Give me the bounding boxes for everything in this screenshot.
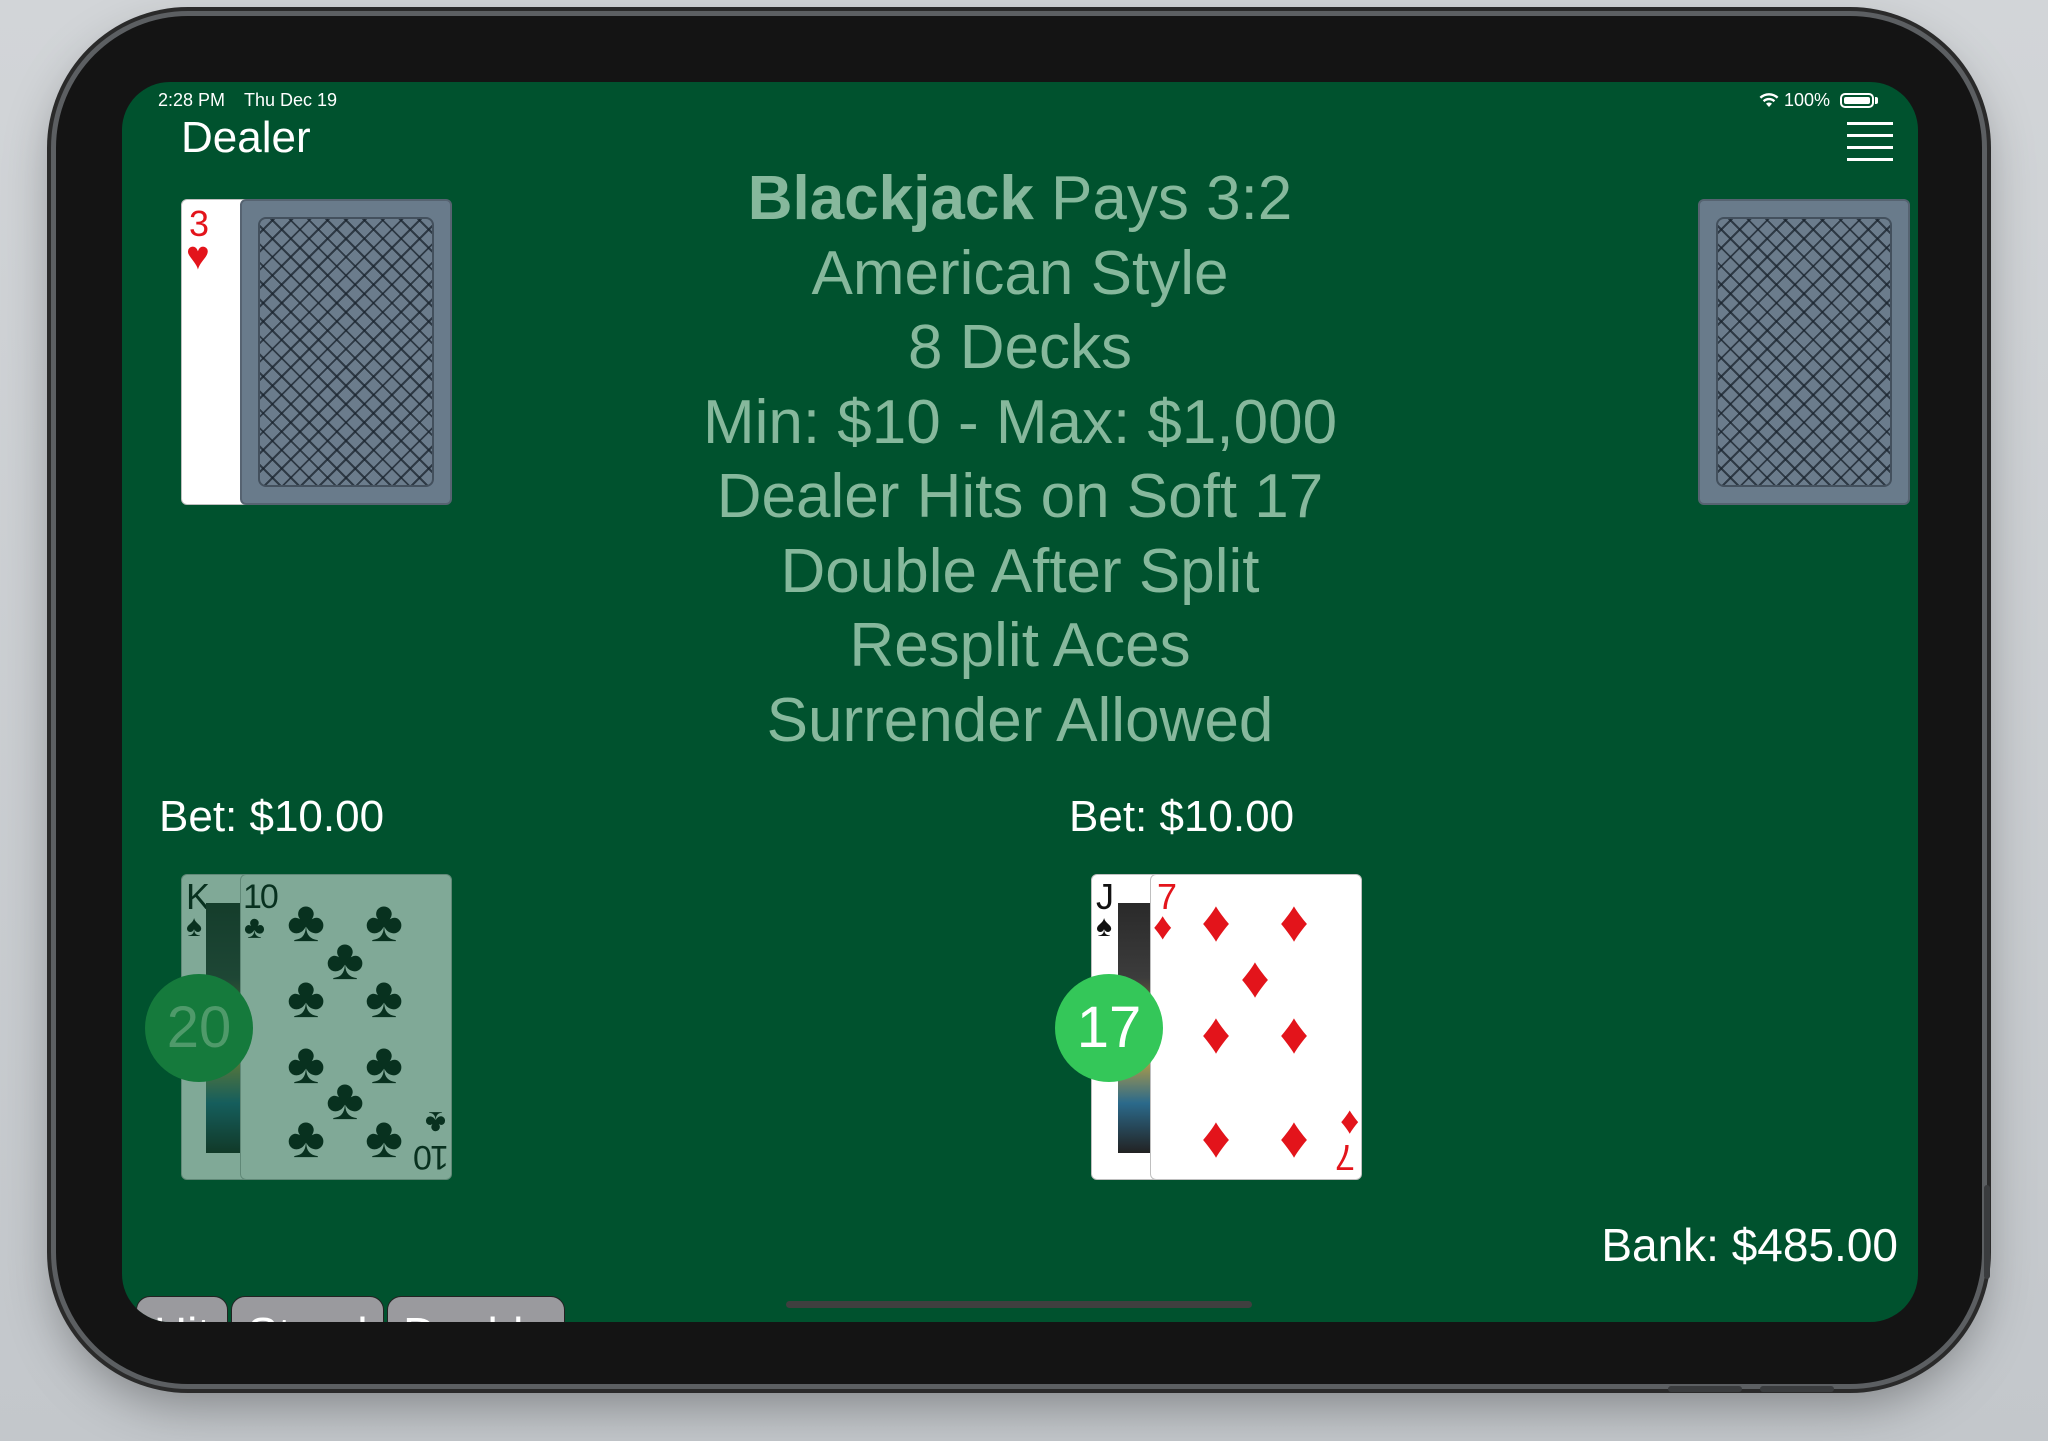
- stand-button[interactable]: Stand: [231, 1296, 384, 1322]
- battery-percent: 100%: [1784, 90, 1831, 110]
- spade-suit-icon: ♠: [186, 910, 202, 943]
- hand-2-card-2: 7 ♦ ♦ ♦ ♦ ♦ ♦ ♦ ♦ ♦ 7: [1150, 874, 1362, 1180]
- home-indicator[interactable]: [786, 1301, 1252, 1308]
- wifi-icon: [1759, 93, 1779, 107]
- rule-line: Dealer Hits on Soft 17: [716, 462, 1324, 531]
- rules-title: Blackjack Pays 3:2: [122, 162, 1918, 237]
- rule-line: 8 Decks: [908, 313, 1132, 382]
- battery-icon: [1840, 93, 1874, 108]
- card-rank-rotated: 7: [1334, 1137, 1355, 1178]
- volume-button-2: [1760, 1386, 1834, 1392]
- volume-button-1: [1668, 1386, 1742, 1392]
- club-suit-icon: ♣: [244, 909, 265, 945]
- hit-button[interactable]: Hit: [136, 1296, 228, 1322]
- rule-line: Min: $10 - Max: $1,000: [702, 387, 1338, 457]
- game-screen: 2:28 PM Thu Dec 19 100% Dealer 3 ♥ Black…: [122, 82, 1918, 1322]
- hand-1-score-badge: 20: [145, 974, 253, 1082]
- side-button: [1984, 1185, 1990, 1279]
- rule-line: American Style: [811, 238, 1229, 308]
- bank-balance: Bank: $485.00: [1601, 1219, 1898, 1271]
- spade-suit-icon: ♠: [1096, 910, 1112, 943]
- table-rules: Blackjack Pays 3:2 American Style 8 Deck…: [122, 162, 1918, 758]
- rules-title-bold: Blackjack: [747, 164, 1034, 233]
- rule-line: Double After Split: [780, 536, 1260, 606]
- status-time: 2:28 PM: [158, 90, 226, 110]
- rule-line: Resplit Aces: [849, 611, 1191, 680]
- dealer-label: Dealer: [181, 113, 311, 162]
- rule-line: Surrender Allowed: [766, 685, 1274, 755]
- status-date: Thu Dec 19: [244, 90, 338, 110]
- hand-1-card-2: 10 ♣ ♣ ♣ ♣ ♣ ♣ ♣ ♣ ♣ ♣ ♣ ♣ 10: [240, 874, 452, 1180]
- double-button[interactable]: Double: [387, 1296, 565, 1322]
- hand-2-score-badge: 17: [1055, 974, 1163, 1082]
- rules-title-rest: Pays 3:2: [1033, 164, 1293, 233]
- diamond-suit-icon: ♦: [1153, 906, 1173, 948]
- card-rank-rotated: 10: [415, 1138, 449, 1176]
- hand-2-bet: Bet: $10.00: [1069, 792, 1295, 841]
- hamburger-menu-icon[interactable]: [1847, 122, 1893, 162]
- hand-1-bet: Bet: $10.00: [159, 792, 385, 841]
- battery-tip: [1875, 97, 1878, 104]
